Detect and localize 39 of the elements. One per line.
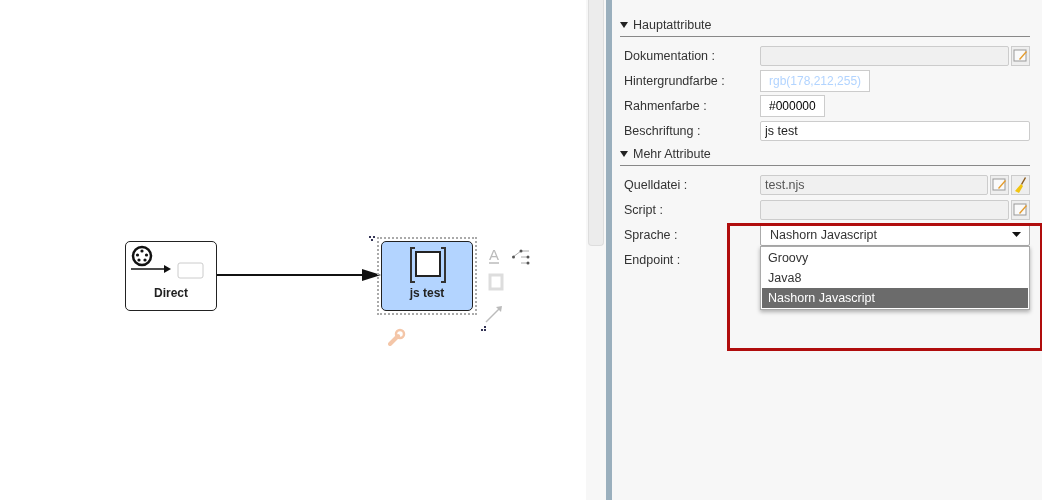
edit-button[interactable]: [990, 174, 1009, 195]
script-icon: [408, 247, 448, 283]
pencil-icon: [1013, 202, 1028, 217]
section-header[interactable]: Mehr Attribute: [620, 143, 1030, 166]
edit-button[interactable]: [1011, 199, 1030, 220]
section-title: Mehr Attribute: [633, 147, 711, 161]
text-field[interactable]: [760, 45, 1009, 66]
resize-handle-icon[interactable]: [369, 236, 375, 241]
section-header[interactable]: Hauptattribute: [620, 14, 1030, 37]
color-field[interactable]: #000000: [760, 94, 825, 117]
wrench-icon[interactable]: [388, 328, 406, 346]
edit-button[interactable]: [1011, 45, 1030, 66]
text-field[interactable]: js test: [760, 120, 1030, 141]
splitter-handle[interactable]: [606, 0, 612, 500]
field-label: Quelldatei :: [623, 177, 689, 192]
text-field[interactable]: [760, 199, 1009, 220]
clear-button[interactable]: [1011, 174, 1030, 195]
field-label: Endpoint :: [623, 252, 682, 267]
field-label: Rahmenfarbe :: [623, 98, 708, 113]
caret-icon: [1012, 232, 1021, 237]
dropdown-option[interactable]: Nashorn Javascript: [762, 288, 1028, 308]
broom-icon: [1013, 176, 1028, 193]
resize-handle-icon[interactable]: [481, 326, 487, 332]
script-task-node[interactable]: js test: [381, 241, 473, 311]
field-label: Hintergrundfarbe :: [623, 73, 726, 88]
pencil-icon: [1013, 48, 1028, 63]
field-label: Beschriftung :: [623, 123, 702, 138]
connector-icon[interactable]: [512, 248, 530, 266]
field-label: Dokumentation :: [623, 48, 717, 63]
endpoint-node[interactable]: Direct: [125, 241, 217, 311]
pencil-icon: [992, 177, 1007, 192]
field-label: Sprache :: [623, 227, 679, 242]
text-field[interactable]: test.njs: [760, 174, 988, 195]
node-label: Direct: [154, 286, 188, 300]
panel-tab[interactable]: [588, 0, 604, 246]
section-title: Hauptattribute: [633, 18, 712, 32]
field-label: Script :: [623, 202, 664, 217]
frame-icon[interactable]: [488, 273, 504, 291]
node-label: js test: [409, 286, 445, 300]
